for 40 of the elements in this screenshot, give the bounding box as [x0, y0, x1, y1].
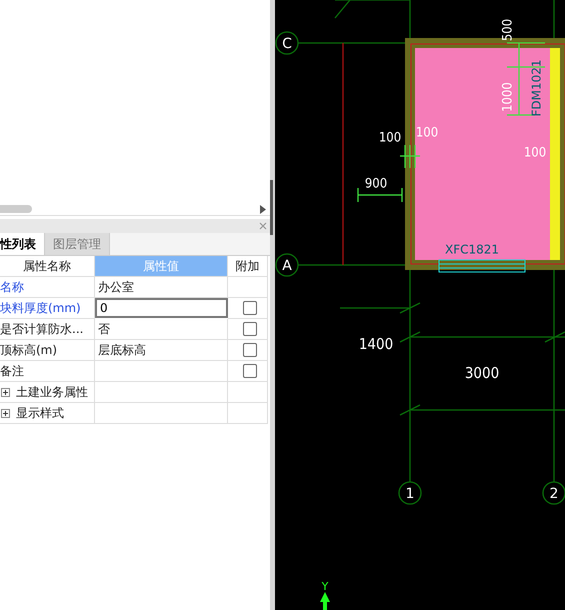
dimension-text: 100: [416, 126, 438, 141]
value-input[interactable]: 0: [95, 298, 228, 318]
property-name: 名称: [0, 277, 95, 298]
dimension-line: [357, 187, 403, 203]
cad-canvas[interactable]: C A 1 2 500 1000 100 100 100 900 1400 3000 FDM1021 XFC1821 Y: [275, 0, 565, 610]
expand-icon[interactable]: [1, 408, 10, 418]
scroll-right-icon[interactable]: [260, 204, 266, 214]
dimension-text: 100: [524, 146, 546, 161]
property-value[interactable]: 层底标高: [95, 340, 228, 361]
property-name: 是否计算防水...: [0, 319, 95, 340]
dimension-text: 3000: [464, 364, 500, 382]
opening-label: FDM1021: [529, 59, 544, 117]
axis-marker: 1: [398, 481, 422, 505]
checkbox[interactable]: [243, 322, 257, 336]
property-value[interactable]: 办公室: [95, 277, 228, 298]
collapse-handle[interactable]: [270, 180, 273, 235]
expand-icon[interactable]: [1, 388, 10, 396]
group-row[interactable]: 显示样式: [0, 403, 95, 424]
group-row[interactable]: 土建业务属性: [0, 382, 95, 403]
dimension-text: 500: [500, 18, 516, 42]
checkbox[interactable]: [243, 364, 257, 378]
opening-label: XFC1821: [444, 242, 500, 256]
dimension-text: 900: [364, 176, 388, 192]
dimension-line: [399, 144, 421, 169]
axis-marker: C: [275, 31, 299, 55]
checkbox[interactable]: [243, 301, 257, 315]
column-header: 属性名称: [0, 256, 95, 277]
dimension-text: 1400: [358, 335, 394, 354]
column-header: 附加: [228, 256, 268, 277]
property-name: 顶标高(m): [0, 340, 95, 361]
checkbox[interactable]: [243, 343, 257, 357]
property-name: 备注: [0, 361, 95, 382]
dimension-text: 1000: [500, 82, 516, 112]
axis-marker: A: [275, 253, 299, 277]
property-value[interactable]: 否: [95, 319, 228, 340]
column-header: 属性值: [95, 256, 228, 277]
axis-marker: 2: [542, 481, 565, 505]
scrollbar-thumb[interactable]: [0, 205, 32, 213]
property-name: 块料厚度(mm): [0, 298, 95, 319]
dimension-text: 100: [378, 130, 402, 146]
